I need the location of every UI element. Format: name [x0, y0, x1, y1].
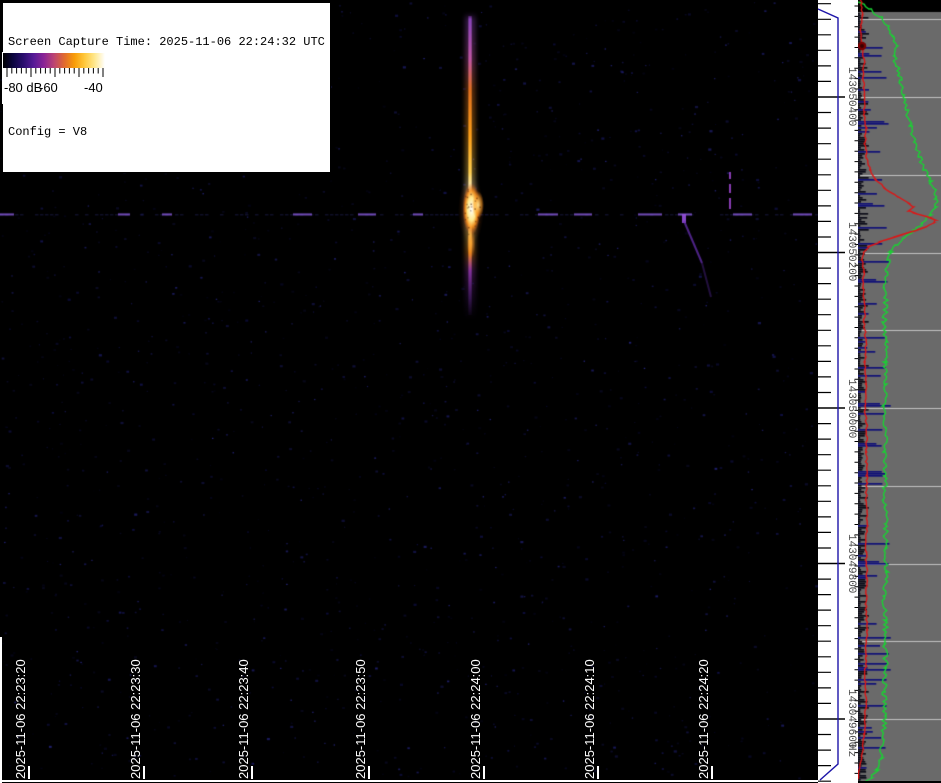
- time-axis-label: 2025-11-06 22:23:30: [128, 659, 143, 779]
- colorbar-label: -40: [84, 80, 103, 95]
- time-axis-tick: [28, 766, 30, 779]
- waterfall-bottom-border: [0, 780, 818, 782]
- time-axis-tick: [251, 766, 253, 779]
- scale-bracket-line: [818, 9, 838, 780]
- frequency-label: 143049600: [845, 689, 857, 748]
- time-axis-label: 2025-11-06 22:23:50: [353, 659, 368, 779]
- time-axis-tick: [368, 766, 370, 779]
- colorbar-label: -80 dB: [4, 80, 42, 95]
- frequency-label: 143049800: [845, 534, 857, 593]
- config-line: Config = V8: [8, 125, 325, 140]
- frequency-unit-label: Hz: [845, 744, 857, 757]
- frequency-label: 143050400: [845, 67, 857, 126]
- time-axis-label: 2025-11-06 22:24:10: [582, 659, 597, 779]
- colorbar-legend: -80 dB-60 -40: [2, 52, 116, 104]
- spectrogram-app: Screen Capture Time: 2025-11-06 22:24:32…: [0, 0, 941, 783]
- time-axis-tick: [711, 766, 713, 779]
- time-axis-label: 2025-11-06 22:23:20: [13, 659, 28, 779]
- time-axis-tick: [597, 766, 599, 779]
- waterfall-left-border: [0, 637, 2, 783]
- frequency-label: 143050000: [845, 379, 857, 438]
- colorbar-ticks: [2, 68, 116, 79]
- frequency-scale: 143050400 143050200 143050000 143049800 1430…: [818, 0, 858, 783]
- colorbar-gradient: [3, 53, 105, 68]
- time-axis-tick: [483, 766, 485, 779]
- spectrum-panel: [858, 0, 941, 783]
- time-axis-label: 2025-11-06 22:24:20: [696, 659, 711, 779]
- time-axis-label: 2025-11-06 22:23:40: [236, 659, 251, 779]
- frequency-label: 143050200: [845, 222, 857, 281]
- time-axis-label: 2025-11-06 22:24:00: [468, 659, 483, 779]
- time-axis-tick: [143, 766, 145, 779]
- colorbar-label: -60: [39, 80, 58, 95]
- capture-time-line: Screen Capture Time: 2025-11-06 22:24:32…: [8, 35, 325, 50]
